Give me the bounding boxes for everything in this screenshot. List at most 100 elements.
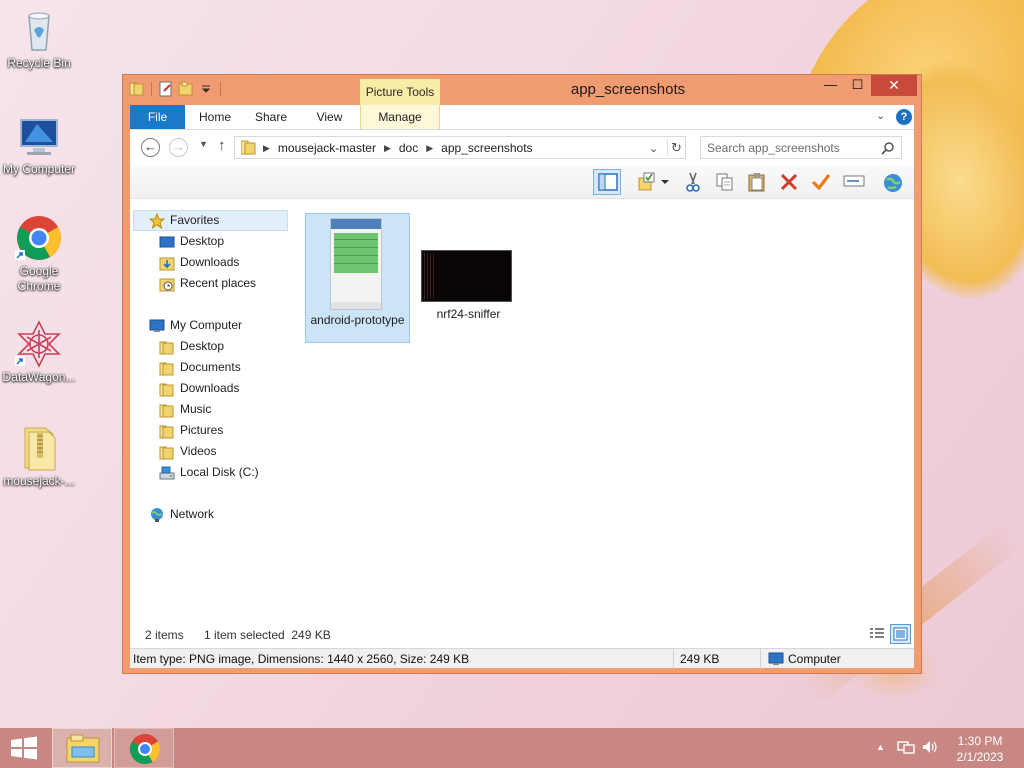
file-item-android-prototype[interactable]: android-prototype xyxy=(305,213,410,343)
chevron-right-icon[interactable]: ▶ xyxy=(384,143,391,154)
file-item-nrf24-sniffer[interactable]: nrf24-sniffer xyxy=(417,213,522,343)
nav-desktop[interactable]: Desktop xyxy=(159,231,224,252)
tab-share[interactable]: Share xyxy=(246,105,296,129)
file-list: android-prototype nrf24-sniffer xyxy=(290,199,914,623)
chevron-down-icon[interactable]: ⌄ xyxy=(649,142,658,155)
desktop-icon-label: mousejack-... xyxy=(3,474,75,488)
nav-favorites[interactable]: Favorites xyxy=(133,210,288,231)
search-icon[interactable] xyxy=(881,141,895,155)
start-button[interactable] xyxy=(0,728,48,768)
tab-view[interactable]: View xyxy=(302,105,357,129)
breadcrumb-item[interactable]: doc xyxy=(399,141,418,155)
nav-desktop[interactable]: Desktop xyxy=(159,336,224,357)
preview-pane-button[interactable] xyxy=(593,169,621,195)
desktop-icon-label: DataWagon... xyxy=(2,370,76,384)
forward-button[interactable]: → xyxy=(169,138,188,157)
desktop-icon-chrome[interactable]: Google Chrome xyxy=(0,214,78,294)
desktop-icon-recycle-bin[interactable]: Recycle Bin xyxy=(0,6,78,71)
network-icon xyxy=(149,507,165,523)
nav-pictures[interactable]: Pictures xyxy=(159,420,223,441)
desktop-icon-my-computer[interactable]: My Computer xyxy=(0,112,78,177)
address-bar[interactable]: ▶ mousejack-master ▶ doc ▶ app_screensho… xyxy=(234,136,686,159)
address-row: ← → ▼ ↑ ▶ mousejack-master ▶ doc ▶ app_s… xyxy=(130,130,914,165)
nav-my-computer[interactable]: My Computer xyxy=(149,315,242,336)
computer-icon xyxy=(149,318,165,334)
globe-button[interactable] xyxy=(878,169,906,195)
nav-music[interactable]: Music xyxy=(159,399,211,420)
tab-file[interactable]: File xyxy=(130,105,185,129)
expand-ribbon-icon[interactable]: ⌄ xyxy=(876,109,885,122)
nav-local-disk[interactable]: Local Disk (C:) xyxy=(159,462,259,483)
properties-button[interactable] xyxy=(807,169,835,195)
delete-button[interactable] xyxy=(775,169,803,195)
breadcrumb-item[interactable]: mousejack-master xyxy=(278,141,376,155)
folder-icon xyxy=(159,381,175,397)
recycle-bin-icon xyxy=(15,6,63,54)
navigation-pane: Favorites Desktop Downloads Recent place… xyxy=(130,199,290,623)
select-dropdown[interactable] xyxy=(657,169,671,195)
window-title: app_screenshots xyxy=(570,81,686,98)
chevron-right-icon[interactable]: ▶ xyxy=(263,143,270,154)
volume-icon[interactable] xyxy=(921,739,939,755)
help-icon[interactable]: ? xyxy=(896,109,912,125)
nav-label: My Computer xyxy=(170,318,243,332)
minimize-button[interactable]: — xyxy=(817,75,844,96)
folder-icon xyxy=(159,339,175,355)
nav-documents[interactable]: Documents xyxy=(159,357,241,378)
datawagon-icon xyxy=(15,320,63,368)
rename-button[interactable] xyxy=(839,169,867,195)
desktop-icon-mousejack[interactable]: mousejack-... xyxy=(0,424,78,489)
windows-logo-icon xyxy=(11,736,37,760)
taskbar-explorer-button[interactable] xyxy=(52,728,112,768)
recent-locations-icon[interactable]: ▼ xyxy=(199,139,208,149)
up-button[interactable]: ↑ xyxy=(218,137,226,154)
network-status-icon[interactable] xyxy=(897,739,915,755)
nav-label: Desktop xyxy=(180,339,225,353)
folder-icon xyxy=(159,423,175,439)
clock-time: 1:30 PM xyxy=(957,734,1003,748)
breadcrumb-item[interactable]: app_screenshots xyxy=(441,141,532,155)
clock[interactable]: 1:30 PM 2/1/2023 xyxy=(946,733,1014,765)
desktop-icon-label: Recycle Bin xyxy=(7,56,71,70)
nav-network[interactable]: Network xyxy=(149,504,214,525)
thumbnails-view-icon[interactable] xyxy=(890,624,911,644)
nav-recent-places[interactable]: Recent places xyxy=(159,273,256,294)
folder-icon xyxy=(159,360,175,376)
customize-dropdown-icon[interactable] xyxy=(198,81,214,97)
nav-label: Downloads xyxy=(180,381,240,395)
properties-icon[interactable] xyxy=(158,81,174,97)
desktop-icon-label: Google Chrome xyxy=(17,264,61,293)
refresh-icon[interactable]: ↻ xyxy=(667,139,685,156)
paste-button[interactable] xyxy=(743,169,771,195)
back-button[interactable]: ← xyxy=(141,138,160,157)
chrome-icon xyxy=(15,214,63,262)
clock-date: 2/1/2023 xyxy=(956,750,1004,764)
details-view-icon[interactable] xyxy=(868,625,886,643)
maximize-button[interactable]: ☐ xyxy=(844,75,871,96)
copy-button[interactable] xyxy=(711,169,739,195)
divider xyxy=(760,649,761,669)
tab-home[interactable]: Home xyxy=(190,105,240,129)
divider xyxy=(673,649,674,669)
tab-manage[interactable]: Manage xyxy=(360,105,440,129)
file-name: nrf24-sniffer xyxy=(436,307,501,321)
desktop-icon-datawagon[interactable]: DataWagon... xyxy=(0,320,78,385)
taskbar-chrome-button[interactable] xyxy=(114,728,174,768)
nav-downloads[interactable]: Downloads xyxy=(159,378,239,399)
new-folder-icon[interactable] xyxy=(178,81,194,97)
cut-button[interactable] xyxy=(679,169,707,195)
file-explorer-icon xyxy=(66,734,100,763)
nav-videos[interactable]: Videos xyxy=(159,441,216,462)
location-label: Computer xyxy=(788,652,841,666)
nav-label: Documents xyxy=(180,360,241,374)
drive-icon xyxy=(159,465,175,481)
status-bar: 2 items 1 item selected 249 KB xyxy=(130,623,914,647)
close-button[interactable]: ✕ xyxy=(871,75,917,96)
show-hidden-icons-icon[interactable]: ▲ xyxy=(876,742,885,752)
command-toolbar xyxy=(130,165,914,199)
search-input[interactable] xyxy=(707,140,875,156)
nav-downloads[interactable]: Downloads xyxy=(159,252,239,273)
nav-label: Music xyxy=(180,402,212,416)
title-bar[interactable]: Picture Tools app_screenshots — ☐ ✕ xyxy=(123,75,921,106)
chevron-right-icon[interactable]: ▶ xyxy=(426,143,433,154)
